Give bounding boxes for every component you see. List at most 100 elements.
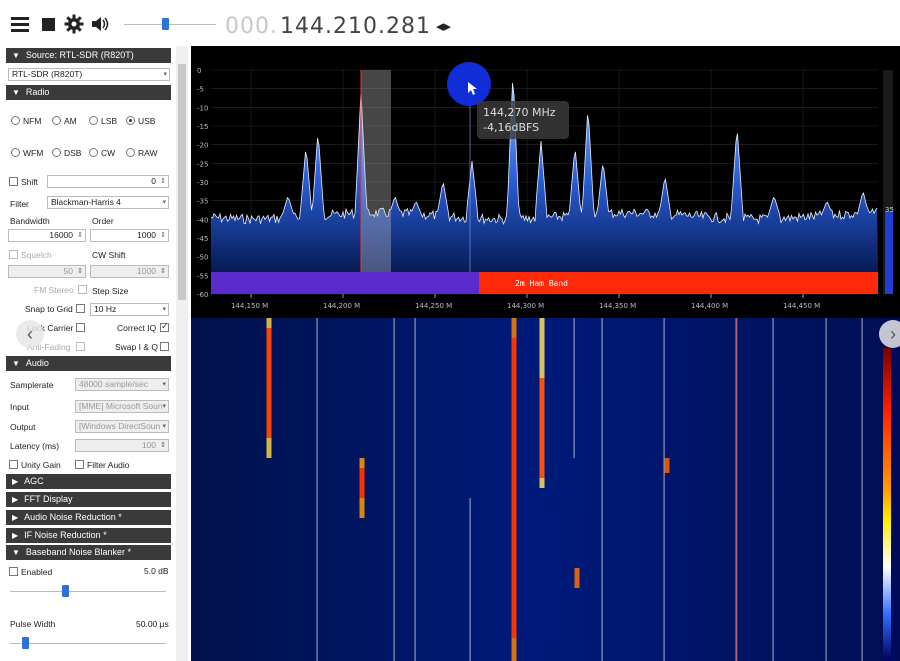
y-tick-label: -15 [197, 123, 208, 131]
waterfall-color-scale [883, 348, 891, 661]
waterfall-signal-trace [663, 318, 665, 661]
radio-header-label: Radio [25, 87, 50, 97]
mode-cw-radio[interactable] [89, 148, 98, 157]
waterfall-display[interactable]: › [191, 318, 900, 661]
frequency-display[interactable]: 144.210.281 [280, 14, 431, 39]
samplerate-label: Samplerate [10, 380, 54, 390]
waterfall-background [191, 318, 883, 661]
swap-iq-checkbox[interactable] [160, 342, 169, 351]
unity-gain-checkbox[interactable] [9, 460, 18, 469]
volume-slider[interactable] [124, 12, 216, 36]
mode-wfm-radio[interactable] [11, 148, 20, 157]
mode-nfm-radio[interactable] [11, 116, 20, 125]
source-header[interactable]: ▼ Source: RTL-SDR (R820T) [6, 48, 171, 63]
step-size-select[interactable]: 10 Hz ▾ [90, 303, 169, 316]
anti-fading-checkbox[interactable] [76, 342, 85, 351]
noise-blanker-enabled-label: Enabled [21, 567, 53, 577]
latency-input[interactable]: 100 ⇕ [75, 439, 169, 452]
waterfall-signal-trace [511, 338, 517, 638]
speaker-icon[interactable] [90, 14, 110, 34]
previous-arrow-icon[interactable]: ‹ [16, 320, 44, 348]
gear-icon[interactable] [64, 14, 84, 34]
stepper-arrows-icon: ⇕ [77, 268, 83, 275]
y-tick-label: -35 [197, 198, 208, 206]
audio-input-select[interactable]: [MME] Microsoft Soun ▾ [75, 400, 169, 413]
shift-label: Shift [21, 177, 39, 187]
hamburger-menu-icon[interactable] [10, 14, 30, 34]
mode-dsb-radio[interactable] [52, 148, 61, 157]
mode-raw-radio[interactable] [126, 148, 135, 157]
squelch-checkbox[interactable] [9, 250, 18, 259]
panel-scrollbar-thumb[interactable] [178, 64, 186, 300]
frequency-step-arrows-icon[interactable]: ◂▸ [436, 17, 451, 35]
shift-input[interactable]: 0 ⇕ [47, 175, 169, 188]
correct-iq-checkbox[interactable] [160, 321, 169, 332]
fm-stereo-label: FM Stereo [34, 285, 74, 295]
correct-iq-label: Correct IQ [117, 323, 157, 333]
stepper-arrows-icon: ⇕ [160, 442, 166, 449]
audio-output-select[interactable]: [Windows DirectSoun ▾ [75, 420, 169, 433]
filter-audio-checkbox[interactable] [75, 460, 84, 469]
step-size-value: 10 Hz [94, 304, 117, 314]
audio-noise-reduction-header[interactable]: ▶ Audio Noise Reduction * [6, 510, 171, 525]
filter-label: Filter [10, 199, 29, 209]
bandwidth-label: Bandwidth [10, 216, 50, 226]
volume-slider-thumb[interactable] [162, 18, 169, 30]
filter-select[interactable]: Blackman-Harris 4 ▾ [47, 196, 169, 209]
filter-passband[interactable] [361, 70, 391, 272]
mode-am-radio[interactable] [52, 116, 61, 125]
source-device-select[interactable]: RTL-SDR (R820T) ▾ [8, 68, 170, 81]
audio-header[interactable]: ▼ Audio [6, 356, 171, 371]
dropdown-arrow-icon: ▾ [162, 199, 166, 206]
waterfall-plot [191, 318, 891, 661]
bandwidth-input[interactable]: 16000 ⇕ [8, 229, 86, 242]
noise-blanker-header[interactable]: ▼ Baseband Noise Blanker * [6, 545, 171, 560]
x-tick-label: 144,400 M [691, 302, 728, 310]
collapse-triangle-icon: ▼ [12, 88, 20, 97]
waterfall-signal-trace [664, 458, 670, 473]
shift-checkbox[interactable] [9, 177, 18, 186]
threshold-slider[interactable] [10, 583, 166, 597]
fft-display-header[interactable]: ▶ FFT Display [6, 492, 171, 507]
step-size-label: Step Size [92, 286, 129, 296]
mode-raw-label: RAW [138, 148, 158, 158]
pulse-width-slider[interactable] [10, 635, 166, 649]
noise-blanker-enabled-checkbox[interactable] [9, 567, 18, 576]
agc-header[interactable]: ▶ AGC [6, 474, 171, 489]
lock-carrier-checkbox[interactable] [76, 323, 85, 332]
y-tick-label: -10 [197, 104, 208, 112]
spectrum-plot: 0 -5 -10 -15 -20 -25 -30 -35 -40 -45 -50 -55 -60 144… [197, 62, 894, 310]
snap-to-grid-checkbox[interactable] [76, 304, 85, 313]
threshold-slider-thumb[interactable] [62, 585, 69, 597]
stop-icon[interactable] [38, 14, 58, 34]
fm-stereo-checkbox[interactable] [78, 285, 87, 294]
dropdown-arrow-icon: ▾ [162, 306, 166, 313]
expand-triangle-icon: ▶ [12, 495, 19, 504]
squelch-value: 50 [63, 266, 73, 276]
radio-header[interactable]: ▼ Radio [6, 85, 171, 100]
waterfall-signal-trace [414, 318, 416, 661]
samplerate-select[interactable]: 48000 sample/sec ▾ [75, 378, 169, 391]
x-tick-label: 144,150 M [231, 302, 268, 310]
spectrum-analyzer[interactable]: 0 -5 -10 -15 -20 -25 -30 -35 -40 -45 -50 -55 -60 144… [191, 46, 900, 318]
order-input[interactable]: 1000 ⇕ [90, 229, 169, 242]
expand-triangle-icon: ▶ [12, 513, 19, 522]
expand-triangle-icon: ▶ [12, 531, 19, 540]
next-arrow-icon[interactable]: › [879, 320, 900, 348]
cw-shift-label: CW Shift [92, 250, 126, 260]
mode-usb-radio[interactable] [126, 116, 135, 125]
squelch-input[interactable]: 50 ⇕ [8, 265, 86, 278]
dropdown-arrow-icon: ▾ [162, 381, 166, 388]
dropdown-arrow-icon: ▾ [163, 71, 167, 78]
audio-output-value: [Windows DirectSoun [79, 421, 161, 431]
expand-triangle-icon: ▶ [12, 477, 19, 486]
if-noise-reduction-header[interactable]: ▶ IF Noise Reduction * [6, 528, 171, 543]
y-tick-label: -60 [197, 291, 208, 299]
frequency-leading-zeros[interactable]: 000. [225, 14, 278, 39]
spectrum-x-axis: 144,150 M 144,200 M 144,250 M 144,300 M 144,… [231, 294, 820, 310]
pulse-width-slider-thumb[interactable] [22, 637, 29, 649]
mode-lsb-radio[interactable] [89, 116, 98, 125]
cw-shift-input[interactable]: 1000 ⇕ [90, 265, 169, 278]
noise-blanker-header-label: Baseband Noise Blanker * [25, 547, 131, 557]
x-tick-label: 144,300 M [507, 302, 544, 310]
